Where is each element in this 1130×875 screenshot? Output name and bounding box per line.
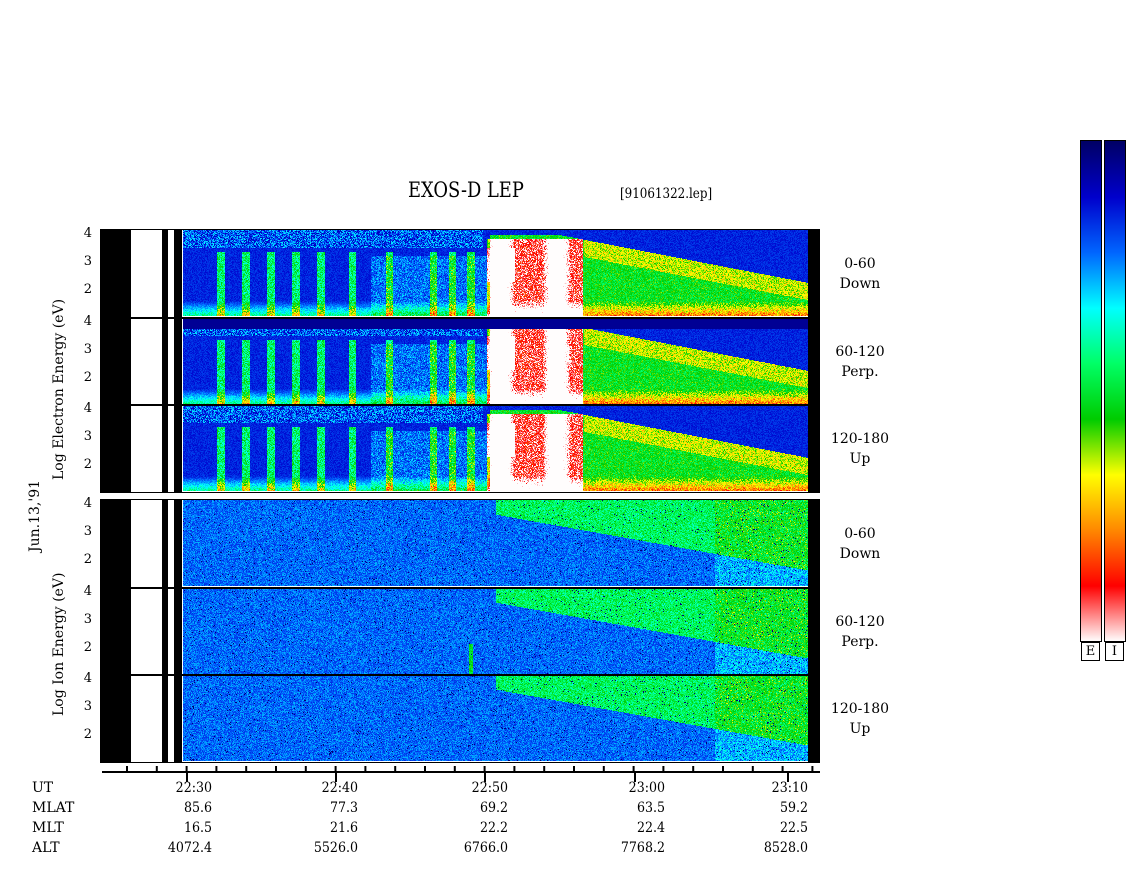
- pitch-direction: Perp.: [841, 634, 879, 650]
- ephemeris-value: 4072.4: [167, 840, 212, 856]
- y-tick-label: 4: [83, 401, 92, 416]
- ephemeris-value: 22:40: [321, 780, 358, 796]
- ephemeris-value: 5526.0: [313, 840, 358, 856]
- y-tick-label: 2: [83, 457, 92, 472]
- pitch-angle-label: 120-180 Up: [820, 429, 900, 469]
- y-tick-label: 4: [83, 496, 92, 511]
- ephemeris-value: 8528.0: [763, 840, 808, 856]
- y-tick-label: 3: [83, 429, 92, 444]
- ephemeris-value: 63.5: [636, 800, 665, 816]
- ephemeris-value: 77.3: [329, 800, 358, 816]
- ephemeris-row-label: ALT: [32, 840, 60, 856]
- ephemeris-value: 21.6: [329, 820, 358, 836]
- colorbar-label-i: I: [1105, 642, 1124, 661]
- electron-colorbar: [1080, 140, 1102, 642]
- y-tick-label: 4: [83, 226, 92, 241]
- pitch-direction: Perp.: [841, 364, 879, 380]
- date-label: Jun.13,'91: [27, 479, 43, 552]
- ephemeris-value: 22.4: [636, 820, 665, 836]
- ephemeris-value: 7768.2: [620, 840, 665, 856]
- ephemeris-value: 16.5: [183, 820, 212, 836]
- y-tick-label: 3: [83, 612, 92, 627]
- ephemeris-row-label: MLT: [32, 820, 64, 836]
- file-name: [91061322.lep]: [620, 186, 713, 202]
- chart-title: EXOS-D LEP: [408, 178, 524, 202]
- pitch-range: 0-60: [844, 256, 876, 272]
- y-tick-label: 3: [83, 342, 92, 357]
- y-tick-label: 4: [83, 671, 92, 686]
- y-tick-label: 2: [83, 552, 92, 567]
- ephemeris-value: 6766.0: [463, 840, 508, 856]
- pitch-angle-label: 120-180 Up: [820, 699, 900, 739]
- y-tick-label: 2: [83, 370, 92, 385]
- y-tick-label: 4: [83, 314, 92, 329]
- pitch-range: 0-60: [844, 526, 876, 542]
- pitch-range: 120-180: [830, 701, 890, 717]
- pitch-angle-label: 60-120 Perp.: [820, 612, 900, 652]
- pitch-direction: Down: [839, 546, 881, 562]
- ephemeris-row-label: UT: [32, 780, 54, 796]
- ephemeris-value: 22.2: [479, 820, 508, 836]
- ephemeris-value: 23:10: [771, 780, 808, 796]
- spectrogram-plot: [100, 228, 820, 768]
- ephemeris-value: 23:00: [628, 780, 665, 796]
- colorbar-label-e: E: [1081, 642, 1100, 661]
- y-tick-label: 3: [83, 699, 92, 714]
- pitch-angle-label: 0-60 Down: [820, 524, 900, 564]
- y-tick-label: 2: [83, 640, 92, 655]
- y-tick-label: 3: [83, 254, 92, 269]
- pitch-direction: Down: [839, 276, 881, 292]
- ephemeris-value: 22:30: [175, 780, 212, 796]
- pitch-angle-label: 0-60 Down: [820, 254, 900, 294]
- y-tick-label: 2: [83, 727, 92, 742]
- ephemeris-value: 22:50: [471, 780, 508, 796]
- y-tick-label: 4: [83, 584, 92, 599]
- ephemeris-value: 59.2: [779, 800, 808, 816]
- ion-energy-label: Log Ion Energy (eV): [51, 572, 67, 716]
- pitch-range: 60-120: [835, 344, 885, 360]
- pitch-angle-label: 60-120 Perp.: [820, 342, 900, 382]
- ephemeris-value: 22.5: [779, 820, 808, 836]
- ephemeris-value: 85.6: [183, 800, 212, 816]
- ephemeris-value: 69.2: [479, 800, 508, 816]
- pitch-direction: Up: [849, 721, 871, 737]
- electron-energy-label: Log Electron Energy (eV): [51, 298, 67, 480]
- ephemeris-row-label: MLAT: [32, 800, 75, 816]
- y-tick-label: 2: [83, 282, 92, 297]
- pitch-direction: Up: [849, 451, 871, 467]
- y-tick-label: 3: [83, 524, 92, 539]
- pitch-range: 120-180: [830, 431, 890, 447]
- ion-colorbar: [1104, 140, 1126, 642]
- pitch-range: 60-120: [835, 614, 885, 630]
